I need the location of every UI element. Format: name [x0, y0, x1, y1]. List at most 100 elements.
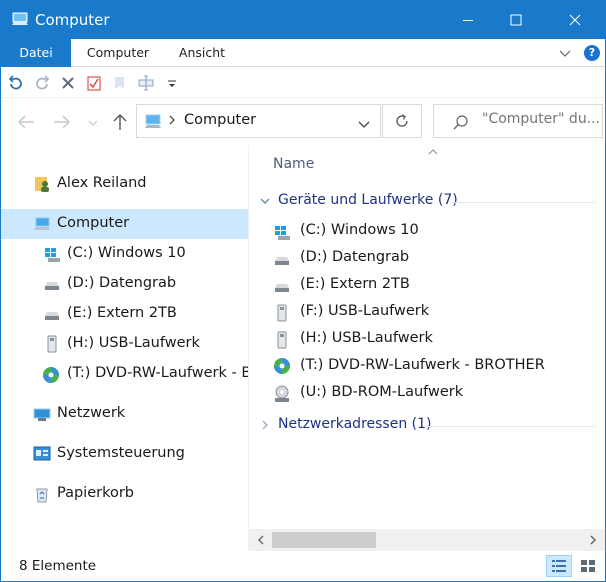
refresh-icon: [396, 114, 408, 127]
usb-drive-icon: [43, 335, 61, 353]
nav-item-drive-h[interactable]: (H:) USB-Laufwerk: [1, 329, 248, 359]
group-divider: [451, 202, 595, 203]
tab-datei[interactable]: Datei: [1, 39, 71, 67]
recent-locations-button[interactable]: [86, 111, 100, 133]
details-view-button[interactable]: [546, 555, 572, 577]
chevron-right-icon: [259, 419, 271, 435]
delete-button[interactable]: [59, 74, 77, 92]
help-button[interactable]: ?: [584, 45, 600, 61]
large-icons-view-button[interactable]: [575, 555, 601, 577]
dropdown-arrow-icon: [168, 80, 176, 87]
delete-icon: [62, 77, 74, 89]
group-header-network[interactable]: Netzwerkadressen (1): [259, 415, 599, 437]
rename-icon: [138, 75, 154, 91]
scroll-left-button[interactable]: [256, 534, 266, 550]
group-header-devices[interactable]: Geräte und Laufwerke (7): [259, 191, 599, 213]
chevron-left-icon: [258, 535, 264, 545]
ribbon-tabs: Datei Computer Ansicht ?: [1, 39, 605, 67]
chevron-right-icon: [590, 535, 596, 545]
hard-drive-icon: [273, 277, 291, 295]
nav-item-alex-reiland[interactable]: Alex Reiland: [1, 169, 248, 199]
chevron-down-icon: [259, 195, 271, 211]
windows-drive-icon: [43, 245, 61, 263]
arrow-up-icon: [113, 114, 127, 130]
nav-item-drive-e[interactable]: (E:) Extern 2TB: [1, 299, 248, 329]
navigation-pane: Alex Reiland Computer (C:) Windows 10 (D…: [1, 145, 248, 551]
usb-drive-icon: [273, 331, 291, 349]
new-folder-icon: [115, 77, 124, 89]
forward-button[interactable]: [51, 111, 73, 133]
chevron-down-icon: [88, 120, 98, 126]
title-bar[interactable]: Computer: [1, 1, 605, 39]
bd-drive-icon: [273, 385, 291, 403]
expand-ribbon-button[interactable]: [558, 46, 572, 64]
address-history-button[interactable]: [357, 118, 371, 134]
list-item-drive-e[interactable]: (E:) Extern 2TB: [273, 273, 593, 299]
address-bar[interactable]: Computer: [136, 104, 381, 138]
hard-drive-icon: [273, 250, 291, 268]
recycle-bin-icon: [33, 485, 51, 503]
list-item-drive-u[interactable]: (U:) BD-ROM-Laufwerk: [273, 381, 593, 407]
breadcrumb-separator[interactable]: [167, 113, 177, 130]
close-button[interactable]: [552, 1, 598, 39]
hard-drive-icon: [43, 305, 61, 323]
properties-button[interactable]: [85, 74, 103, 92]
item-count: 8 Elemente: [19, 558, 97, 574]
content-pane: Name Geräte und Laufwerke (7) (C:) Windo…: [249, 145, 605, 529]
status-bar: 8 Elemente: [1, 551, 605, 581]
list-item-drive-d[interactable]: (D:) Datengrab: [273, 246, 593, 272]
list-item-drive-c[interactable]: (C:) Windows 10: [273, 219, 593, 245]
minimize-icon: [463, 20, 473, 21]
windows-drive-icon: [273, 223, 291, 241]
help-icon: ?: [588, 46, 596, 59]
new-folder-button[interactable]: [111, 74, 129, 92]
search-input[interactable]: [482, 111, 602, 127]
column-header-name[interactable]: Name: [273, 156, 314, 172]
nav-item-drive-c[interactable]: (C:) Windows 10: [1, 239, 248, 269]
maximize-icon: [510, 14, 522, 26]
arrow-right-icon: [54, 115, 70, 129]
scrollbar-thumb[interactable]: [272, 532, 376, 548]
hard-drive-icon: [43, 275, 61, 293]
undo-icon: [8, 75, 22, 90]
list-item-drive-f[interactable]: (F:) USB-Laufwerk: [273, 300, 593, 326]
group-divider: [427, 426, 595, 427]
minimize-button[interactable]: [445, 1, 491, 39]
explorer-window: Computer Datei Computer Ansicht ? Comput…: [0, 0, 606, 582]
back-button[interactable]: [15, 111, 37, 133]
nav-item-computer[interactable]: Computer: [1, 209, 248, 239]
refresh-button[interactable]: [382, 104, 422, 138]
customize-toolbar-button[interactable]: [165, 74, 183, 92]
address-row: Computer: [1, 99, 605, 145]
scroll-right-button[interactable]: [588, 534, 598, 550]
horizontal-scrollbar[interactable]: [249, 529, 605, 551]
nav-item-drive-t[interactable]: (T:) DVD-RW-Laufwerk - BROTHER: [1, 359, 248, 389]
window-title: Computer: [35, 11, 110, 29]
nav-item-papierkorb[interactable]: Papierkorb: [1, 479, 248, 509]
nav-item-systemsteuerung[interactable]: Systemsteuerung: [1, 439, 248, 469]
tab-computer[interactable]: Computer: [77, 39, 159, 67]
redo-button[interactable]: [33, 74, 51, 92]
list-item-drive-h[interactable]: (H:) USB-Laufwerk: [273, 327, 593, 353]
nav-item-drive-d[interactable]: (D:) Datengrab: [1, 269, 248, 299]
network-icon: [33, 405, 51, 423]
search-icon: [452, 114, 470, 136]
tab-ansicht[interactable]: Ansicht: [169, 39, 235, 67]
maximize-button[interactable]: [493, 1, 539, 39]
chevron-down-icon: [559, 50, 571, 57]
breadcrumb-computer[interactable]: Computer: [184, 112, 256, 128]
list-item-drive-t[interactable]: (T:) DVD-RW-Laufwerk - BROTHER: [273, 354, 593, 380]
arrow-left-icon: [18, 115, 34, 129]
computer-icon: [144, 114, 162, 134]
computer-icon: [33, 215, 51, 233]
details-view-icon: [552, 560, 566, 572]
sort-ascending-icon: [427, 145, 439, 161]
undo-button[interactable]: [7, 74, 25, 92]
up-button[interactable]: [109, 111, 131, 133]
close-icon: [569, 14, 581, 26]
chevron-right-icon: [169, 115, 175, 125]
rename-button[interactable]: [137, 74, 155, 92]
search-box[interactable]: [433, 104, 603, 138]
nav-item-netzwerk[interactable]: Netzwerk: [1, 399, 248, 429]
chevron-down-icon: [358, 121, 370, 128]
